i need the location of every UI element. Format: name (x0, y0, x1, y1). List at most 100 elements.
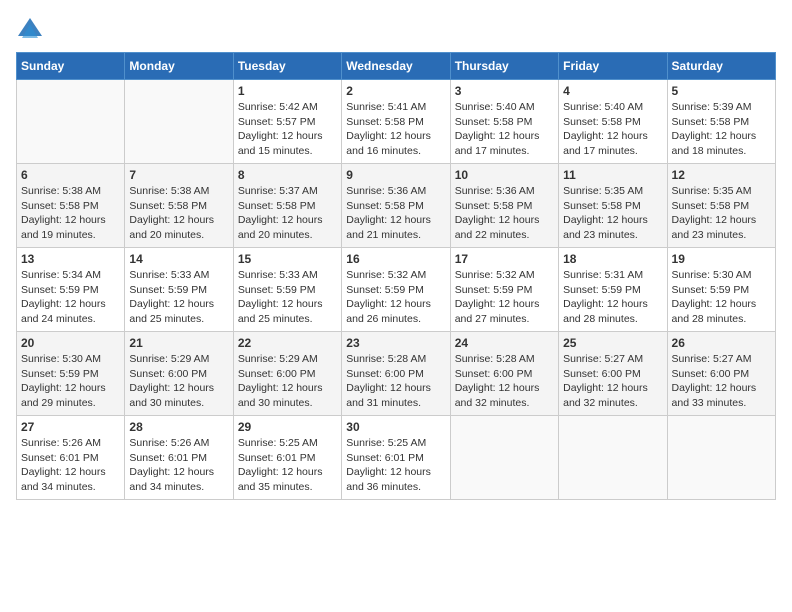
sunset-time: Sunset: 5:58 PM (346, 200, 424, 212)
daylight-hours: Daylight: 12 hours and 17 minutes. (455, 130, 540, 157)
daylight-hours: Daylight: 12 hours and 15 minutes. (238, 130, 323, 157)
day-detail: Sunrise: 5:30 AM Sunset: 5:59 PM Dayligh… (21, 352, 120, 411)
sunrise-time: Sunrise: 5:32 AM (346, 269, 426, 281)
sunrise-time: Sunrise: 5:39 AM (672, 101, 752, 113)
daylight-hours: Daylight: 12 hours and 16 minutes. (346, 130, 431, 157)
sunset-time: Sunset: 5:59 PM (21, 368, 99, 380)
calendar-cell: 22 Sunrise: 5:29 AM Sunset: 6:00 PM Dayl… (233, 332, 341, 416)
daylight-hours: Daylight: 12 hours and 24 minutes. (21, 298, 106, 325)
daylight-hours: Daylight: 12 hours and 26 minutes. (346, 298, 431, 325)
calendar-cell: 9 Sunrise: 5:36 AM Sunset: 5:58 PM Dayli… (342, 164, 450, 248)
day-detail: Sunrise: 5:40 AM Sunset: 5:58 PM Dayligh… (455, 100, 554, 159)
daylight-hours: Daylight: 12 hours and 30 minutes. (129, 382, 214, 409)
day-detail: Sunrise: 5:30 AM Sunset: 5:59 PM Dayligh… (672, 268, 771, 327)
sunset-time: Sunset: 5:58 PM (238, 200, 316, 212)
sunset-time: Sunset: 6:01 PM (129, 452, 207, 464)
calendar-cell: 12 Sunrise: 5:35 AM Sunset: 5:58 PM Dayl… (667, 164, 775, 248)
calendar-week-row: 27 Sunrise: 5:26 AM Sunset: 6:01 PM Dayl… (17, 416, 776, 500)
sunrise-time: Sunrise: 5:35 AM (672, 185, 752, 197)
sunset-time: Sunset: 6:01 PM (346, 452, 424, 464)
day-detail: Sunrise: 5:31 AM Sunset: 5:59 PM Dayligh… (563, 268, 662, 327)
daylight-hours: Daylight: 12 hours and 22 minutes. (455, 214, 540, 241)
day-number: 17 (455, 252, 554, 266)
daylight-hours: Daylight: 12 hours and 34 minutes. (21, 466, 106, 493)
sunrise-time: Sunrise: 5:38 AM (129, 185, 209, 197)
sunrise-time: Sunrise: 5:28 AM (346, 353, 426, 365)
day-number: 28 (129, 420, 228, 434)
day-detail: Sunrise: 5:38 AM Sunset: 5:58 PM Dayligh… (129, 184, 228, 243)
sunrise-time: Sunrise: 5:29 AM (238, 353, 318, 365)
day-number: 24 (455, 336, 554, 350)
calendar-cell (667, 416, 775, 500)
calendar-cell: 10 Sunrise: 5:36 AM Sunset: 5:58 PM Dayl… (450, 164, 558, 248)
calendar-cell: 18 Sunrise: 5:31 AM Sunset: 5:59 PM Dayl… (559, 248, 667, 332)
sunset-time: Sunset: 6:00 PM (563, 368, 641, 380)
daylight-hours: Daylight: 12 hours and 23 minutes. (563, 214, 648, 241)
daylight-hours: Daylight: 12 hours and 31 minutes. (346, 382, 431, 409)
daylight-hours: Daylight: 12 hours and 20 minutes. (238, 214, 323, 241)
calendar-cell: 14 Sunrise: 5:33 AM Sunset: 5:59 PM Dayl… (125, 248, 233, 332)
calendar-cell: 25 Sunrise: 5:27 AM Sunset: 6:00 PM Dayl… (559, 332, 667, 416)
day-detail: Sunrise: 5:25 AM Sunset: 6:01 PM Dayligh… (238, 436, 337, 495)
logo (16, 16, 48, 44)
sunrise-time: Sunrise: 5:29 AM (129, 353, 209, 365)
calendar-cell (450, 416, 558, 500)
day-detail: Sunrise: 5:27 AM Sunset: 6:00 PM Dayligh… (563, 352, 662, 411)
day-number: 21 (129, 336, 228, 350)
calendar-cell: 16 Sunrise: 5:32 AM Sunset: 5:59 PM Dayl… (342, 248, 450, 332)
day-detail: Sunrise: 5:36 AM Sunset: 5:58 PM Dayligh… (455, 184, 554, 243)
calendar-cell: 15 Sunrise: 5:33 AM Sunset: 5:59 PM Dayl… (233, 248, 341, 332)
daylight-hours: Daylight: 12 hours and 28 minutes. (672, 298, 757, 325)
daylight-hours: Daylight: 12 hours and 18 minutes. (672, 130, 757, 157)
day-number: 26 (672, 336, 771, 350)
day-number: 18 (563, 252, 662, 266)
sunset-time: Sunset: 6:01 PM (21, 452, 99, 464)
calendar-cell (559, 416, 667, 500)
calendar-cell: 5 Sunrise: 5:39 AM Sunset: 5:58 PM Dayli… (667, 80, 775, 164)
sunset-time: Sunset: 5:57 PM (238, 116, 316, 128)
daylight-hours: Daylight: 12 hours and 27 minutes. (455, 298, 540, 325)
day-number: 16 (346, 252, 445, 266)
day-detail: Sunrise: 5:38 AM Sunset: 5:58 PM Dayligh… (21, 184, 120, 243)
sunset-time: Sunset: 5:58 PM (455, 200, 533, 212)
day-number: 27 (21, 420, 120, 434)
day-number: 29 (238, 420, 337, 434)
sunrise-time: Sunrise: 5:33 AM (129, 269, 209, 281)
day-detail: Sunrise: 5:39 AM Sunset: 5:58 PM Dayligh… (672, 100, 771, 159)
calendar-cell (17, 80, 125, 164)
daylight-hours: Daylight: 12 hours and 25 minutes. (238, 298, 323, 325)
day-number: 6 (21, 168, 120, 182)
day-number: 9 (346, 168, 445, 182)
sunset-time: Sunset: 5:58 PM (129, 200, 207, 212)
sunrise-time: Sunrise: 5:37 AM (238, 185, 318, 197)
day-number: 4 (563, 84, 662, 98)
calendar-cell: 4 Sunrise: 5:40 AM Sunset: 5:58 PM Dayli… (559, 80, 667, 164)
page-header (16, 16, 776, 44)
sunrise-time: Sunrise: 5:40 AM (563, 101, 643, 113)
sunrise-time: Sunrise: 5:28 AM (455, 353, 535, 365)
sunrise-time: Sunrise: 5:36 AM (346, 185, 426, 197)
weekday-header: Sunday (17, 53, 125, 80)
day-detail: Sunrise: 5:40 AM Sunset: 5:58 PM Dayligh… (563, 100, 662, 159)
daylight-hours: Daylight: 12 hours and 28 minutes. (563, 298, 648, 325)
daylight-hours: Daylight: 12 hours and 19 minutes. (21, 214, 106, 241)
day-number: 22 (238, 336, 337, 350)
day-number: 3 (455, 84, 554, 98)
weekday-header: Thursday (450, 53, 558, 80)
daylight-hours: Daylight: 12 hours and 21 minutes. (346, 214, 431, 241)
day-detail: Sunrise: 5:26 AM Sunset: 6:01 PM Dayligh… (21, 436, 120, 495)
day-detail: Sunrise: 5:35 AM Sunset: 5:58 PM Dayligh… (563, 184, 662, 243)
sunrise-time: Sunrise: 5:27 AM (672, 353, 752, 365)
day-number: 11 (563, 168, 662, 182)
daylight-hours: Daylight: 12 hours and 36 minutes. (346, 466, 431, 493)
calendar-cell: 29 Sunrise: 5:25 AM Sunset: 6:01 PM Dayl… (233, 416, 341, 500)
calendar-cell: 24 Sunrise: 5:28 AM Sunset: 6:00 PM Dayl… (450, 332, 558, 416)
sunset-time: Sunset: 6:01 PM (238, 452, 316, 464)
sunset-time: Sunset: 5:58 PM (563, 116, 641, 128)
sunrise-time: Sunrise: 5:33 AM (238, 269, 318, 281)
daylight-hours: Daylight: 12 hours and 20 minutes. (129, 214, 214, 241)
day-detail: Sunrise: 5:29 AM Sunset: 6:00 PM Dayligh… (129, 352, 228, 411)
day-detail: Sunrise: 5:33 AM Sunset: 5:59 PM Dayligh… (129, 268, 228, 327)
weekday-header: Saturday (667, 53, 775, 80)
day-detail: Sunrise: 5:25 AM Sunset: 6:01 PM Dayligh… (346, 436, 445, 495)
